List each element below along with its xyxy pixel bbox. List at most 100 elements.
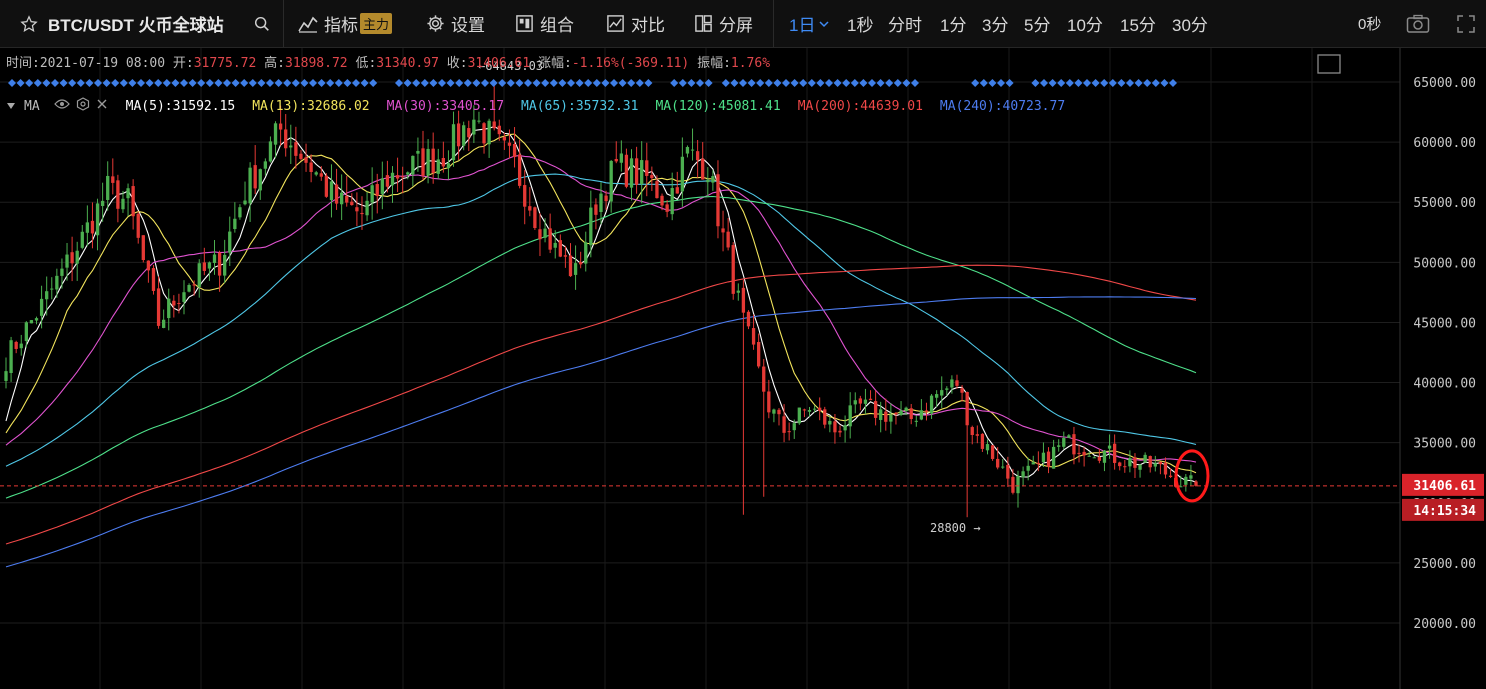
candle-body xyxy=(1036,462,1041,464)
search-icon[interactable] xyxy=(253,0,271,47)
signal-diamond xyxy=(8,79,16,87)
interval-1d[interactable]: 1日 xyxy=(789,0,829,47)
candle-body xyxy=(1021,471,1025,478)
signal-diamond xyxy=(489,79,498,87)
candle-body xyxy=(634,158,639,185)
candle-body xyxy=(177,302,181,304)
signal-diamond xyxy=(739,79,747,87)
candle-body xyxy=(14,341,18,349)
interval-1s[interactable]: 1秒 xyxy=(847,0,873,47)
candle-body xyxy=(746,311,751,327)
signal-diamond xyxy=(885,79,894,87)
camera-icon[interactable] xyxy=(1406,0,1430,47)
candle-body xyxy=(1128,458,1132,467)
candle-body xyxy=(873,401,878,418)
markers: ←64843.0328800 → xyxy=(0,59,1400,535)
candle-body xyxy=(451,124,456,161)
candle-body xyxy=(604,195,608,202)
signal-diamond xyxy=(1151,79,1160,87)
combine-button[interactable]: 组合 xyxy=(515,0,574,47)
signal-diamond xyxy=(326,79,335,87)
candle-body xyxy=(1087,455,1091,457)
candle-body xyxy=(121,198,125,210)
signal-diamond xyxy=(1065,79,1074,87)
compare-button[interactable]: 对比 xyxy=(606,0,665,47)
calendar-icon[interactable] xyxy=(1317,54,1341,74)
signal-diamond xyxy=(773,79,782,87)
candle-body xyxy=(1123,466,1127,468)
interval-1m[interactable]: 1分 xyxy=(940,0,966,47)
interval-timeshare[interactable]: 分时 xyxy=(888,0,922,47)
candle-body xyxy=(4,371,8,381)
interval-5m[interactable]: 5分 xyxy=(1024,0,1050,47)
signal-diamond xyxy=(1126,79,1134,87)
candle-body xyxy=(426,148,430,176)
indicators-badge: 主力 xyxy=(360,13,393,34)
candle-body xyxy=(934,394,939,398)
interval-10m[interactable]: 10分 xyxy=(1067,0,1103,47)
candle-body xyxy=(55,275,59,290)
candle-body xyxy=(278,123,283,130)
indicators-button[interactable]: 指标 主力 xyxy=(298,0,393,47)
signal-diamond xyxy=(352,79,360,87)
close-icon[interactable] xyxy=(96,98,108,114)
signal-diamond xyxy=(240,79,249,87)
signal-diamond xyxy=(601,79,610,87)
ma-line-ma5 xyxy=(5,125,1197,483)
ma-collapse-icon[interactable] xyxy=(6,99,16,114)
candle-body xyxy=(187,285,191,292)
interval-3m[interactable]: 3分 xyxy=(982,0,1008,47)
signal-diamond xyxy=(842,79,851,87)
settings-small-icon[interactable] xyxy=(76,97,90,115)
candle-body xyxy=(1041,452,1046,463)
candle-body xyxy=(217,252,222,276)
interval-15m[interactable]: 15分 xyxy=(1120,0,1156,47)
candle-body xyxy=(1082,451,1086,456)
signal-diamond xyxy=(446,79,455,87)
y-tick-label: 35000.00 xyxy=(1413,437,1476,452)
signal-diamond xyxy=(876,79,885,87)
signal-diamond xyxy=(988,79,997,87)
candle-body xyxy=(50,288,54,290)
signal-diamond xyxy=(782,79,790,87)
min-price-label: 28800 → xyxy=(930,521,981,535)
candle-body xyxy=(390,172,395,186)
signal-diamond xyxy=(893,79,902,87)
open-value: 31775.72 xyxy=(193,56,257,71)
candle-body xyxy=(441,158,446,167)
candle-body xyxy=(70,252,74,264)
candle-body xyxy=(716,174,720,227)
ma-legend-item: MA(200):44639.01 xyxy=(797,98,923,114)
split-screen-button[interactable]: 分屏 xyxy=(694,0,753,47)
candle-body xyxy=(736,290,740,293)
ohlc-info: 时间:2021-07-19 08:00 开:31775.72 高:31898.7… xyxy=(6,52,770,71)
candle-body xyxy=(838,430,842,433)
signal-diamond xyxy=(627,79,636,87)
signal-diamond xyxy=(584,79,593,87)
candle-body xyxy=(512,143,517,158)
signal-diamond xyxy=(16,79,25,87)
ma-title: MA xyxy=(24,98,40,114)
candle-body xyxy=(253,165,257,189)
candle-body xyxy=(695,151,700,161)
candlestick-chart[interactable]: ←64843.0328800 → 20000.0025000.0030000.0… xyxy=(0,48,1486,689)
candle-body xyxy=(472,119,476,135)
fullscreen-icon[interactable] xyxy=(1456,0,1476,47)
signal-diamond xyxy=(610,79,618,87)
signal-diamond xyxy=(678,79,687,87)
eye-icon[interactable] xyxy=(53,98,70,114)
symbol-title[interactable]: BTC/USDT 火币全球站 xyxy=(48,0,224,47)
interval-30m[interactable]: 30分 xyxy=(1172,0,1208,47)
signal-diamond xyxy=(575,79,584,87)
candle-body xyxy=(950,379,954,388)
candle-body xyxy=(777,409,781,415)
compare-label: 对比 xyxy=(631,16,665,35)
candle-body xyxy=(579,262,583,265)
signal-diamond xyxy=(1040,79,1048,87)
favorite-star-icon[interactable] xyxy=(20,0,38,47)
settings-button[interactable]: 设置 xyxy=(426,0,485,47)
candle-body xyxy=(787,431,791,433)
price-axis[interactable]: 20000.0025000.0030000.0035000.0040000.00… xyxy=(1402,76,1484,632)
candle-body xyxy=(299,153,303,159)
candle-body xyxy=(380,178,384,194)
